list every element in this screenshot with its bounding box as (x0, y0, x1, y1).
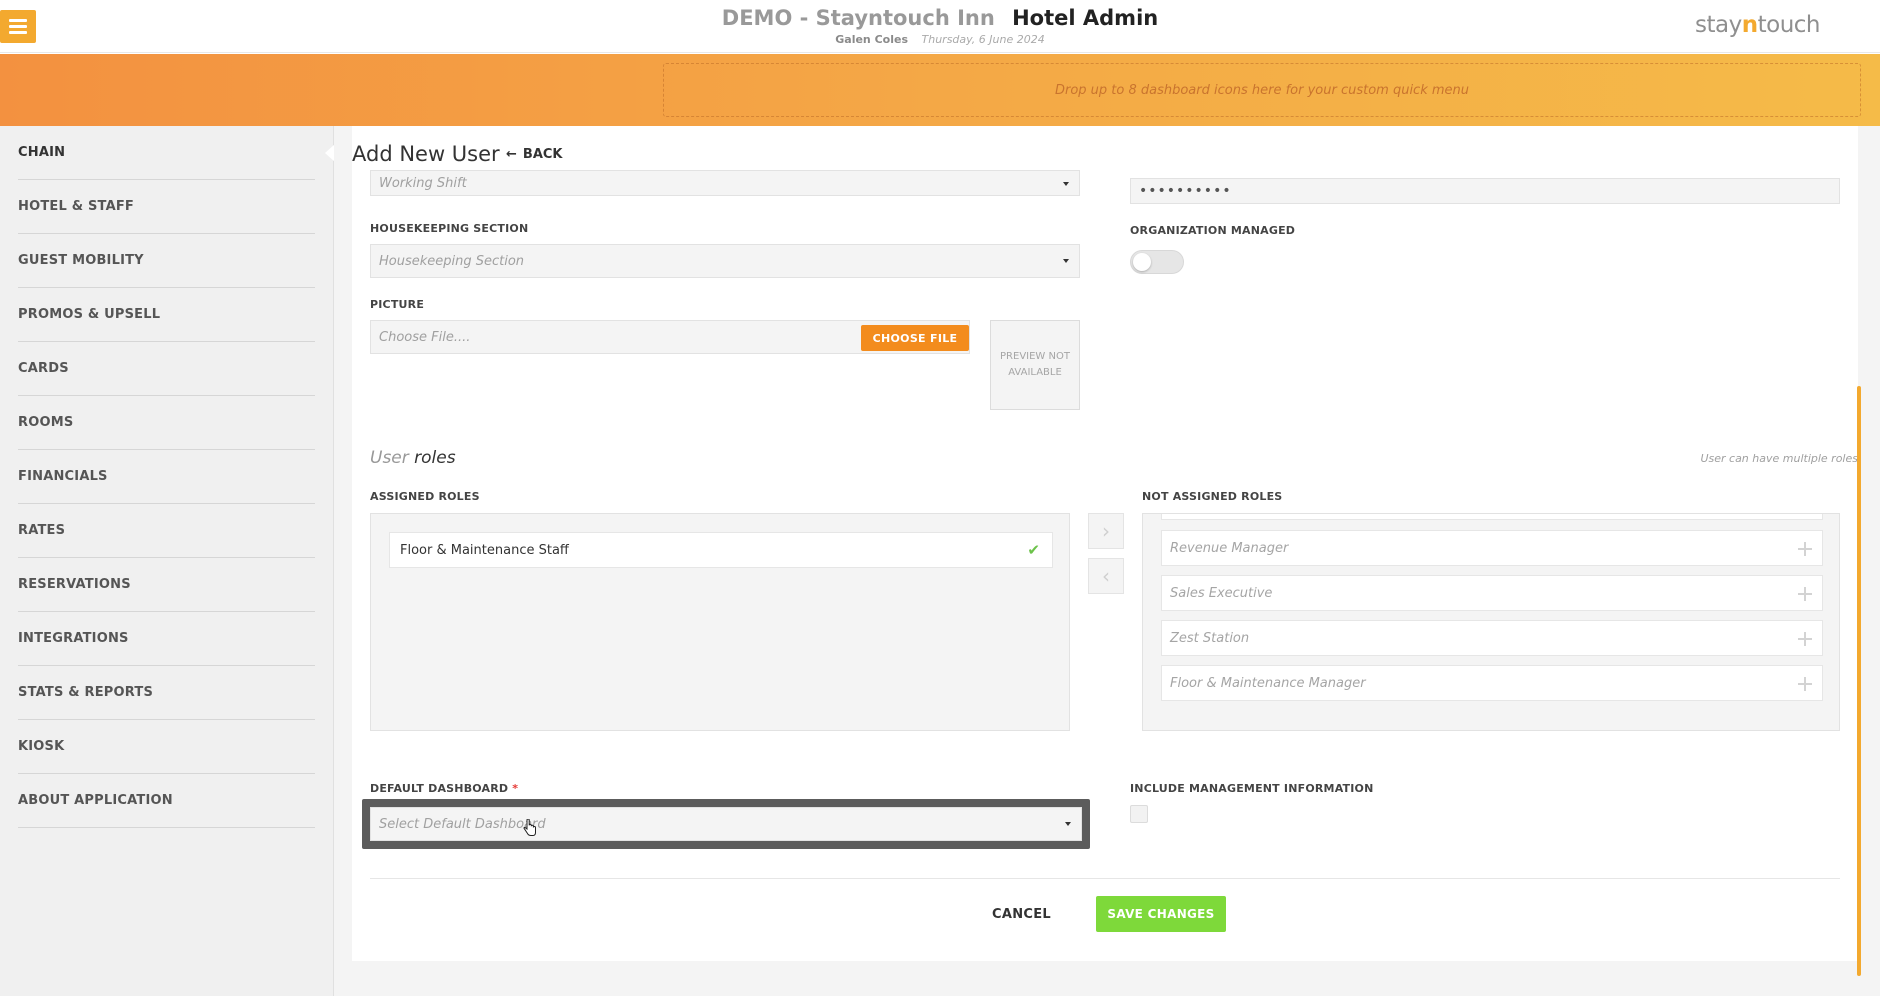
chevron-left-icon: ‹ (1102, 564, 1110, 588)
top-header: DEMO - Stayntouch Inn Hotel Admin Galen … (0, 0, 1880, 53)
sidebar-item-rates[interactable]: RATES (18, 504, 315, 558)
quick-menu-band: Drop up to 8 dashboard icons here for yo… (0, 54, 1880, 126)
choose-file-button[interactable]: CHOOSE FILE (861, 325, 969, 351)
app-name: Hotel Admin (1012, 6, 1159, 30)
not-assigned-roles-list[interactable]: Revenue Manager Sales Executive Zest Sta… (1142, 513, 1840, 731)
sidebar-item-stats-reports[interactable]: STATS & REPORTS (18, 666, 315, 720)
role-label: Floor & Maintenance Manager (1170, 675, 1366, 691)
hotel-name: DEMO - Stayntouch Inn (721, 6, 995, 30)
page-scrollbar[interactable] (1857, 386, 1861, 976)
current-date: Thursday, 6 June 2024 (921, 33, 1045, 46)
toggle-knob (1133, 253, 1151, 271)
drag-handle-icon[interactable] (1798, 542, 1812, 556)
sidebar-item-financials[interactable]: FINANCIALS (18, 450, 315, 504)
main-content: Add New User ← BACK Working Shift HOUSEK… (334, 126, 1880, 996)
back-arrow-icon: ← (506, 147, 517, 162)
housekeeping-placeholder: Housekeeping Section (379, 253, 525, 269)
chevron-down-icon (1063, 182, 1069, 186)
file-placeholder: Choose File.... (379, 329, 471, 345)
sidebar-item-cards[interactable]: CARDS (18, 342, 315, 396)
role-item-partial[interactable] (1161, 514, 1823, 520)
picture-preview: PREVIEW NOT AVAILABLE (990, 320, 1080, 410)
user-name: Galen Coles (835, 33, 909, 46)
working-shift-select[interactable]: Working Shift (370, 170, 1080, 196)
default-dashboard-label-text: DEFAULT DASHBOARD (370, 782, 509, 795)
logo-part-touch: touch (1757, 12, 1821, 38)
housekeeping-label: HOUSEKEEPING SECTION (370, 222, 529, 235)
org-managed-toggle[interactable] (1130, 250, 1184, 274)
required-mark: * (512, 782, 519, 795)
user-roles-heading: User roles (370, 448, 456, 468)
drag-handle-icon[interactable] (1798, 587, 1812, 601)
assigned-roles-label: ASSIGNED ROLES (370, 490, 480, 503)
sidebar-item-promos-upsell[interactable]: PROMOS & UPSELL (18, 288, 315, 342)
chevron-right-icon: › (1102, 519, 1110, 543)
assigned-roles-list[interactable]: Floor & Maintenance Staff ✔ (370, 513, 1070, 731)
role-item-floor-maintenance-manager[interactable]: Floor & Maintenance Manager (1161, 665, 1823, 701)
role-label: Zest Station (1170, 630, 1250, 646)
role-item-sales-executive[interactable]: Sales Executive (1161, 575, 1823, 611)
sidebar-item-reservations[interactable]: RESERVATIONS (18, 558, 315, 612)
include-mgmt-label: INCLUDE MANAGEMENT INFORMATION (1130, 782, 1374, 795)
sidebar-item-chain[interactable]: CHAIN (18, 126, 315, 180)
not-assigned-roles-label: NOT ASSIGNED ROLES (1142, 490, 1283, 503)
logo-part-n: n (1741, 12, 1758, 38)
sidebar-item-about-application[interactable]: ABOUT APPLICATION (18, 774, 315, 828)
hamburger-menu-icon[interactable] (0, 10, 36, 43)
cancel-button[interactable]: CANCEL (992, 896, 1051, 932)
assigned-role-label: Floor & Maintenance Staff (400, 542, 569, 558)
drag-handle-icon[interactable] (1798, 677, 1812, 691)
user-form-panel: Add New User ← BACK Working Shift HOUSEK… (352, 126, 1858, 961)
move-left-button[interactable]: ‹ (1088, 558, 1124, 594)
chevron-down-icon (1063, 259, 1069, 263)
default-dashboard-focus-ring: Select Default Dashboard (362, 799, 1090, 849)
role-label: Revenue Manager (1170, 540, 1289, 556)
form-divider (370, 878, 1840, 879)
sidebar-item-rooms[interactable]: ROOMS (18, 396, 315, 450)
back-button[interactable]: ← BACK (506, 147, 563, 162)
include-mgmt-checkbox[interactable] (1130, 805, 1148, 823)
housekeeping-select[interactable]: Housekeeping Section (370, 244, 1080, 278)
picture-label: PICTURE (370, 298, 425, 311)
password-field[interactable]: •••••••••• (1130, 178, 1840, 204)
page-title: Add New User (352, 142, 500, 166)
assigned-role-item[interactable]: Floor & Maintenance Staff ✔ (389, 532, 1053, 568)
back-label: BACK (522, 147, 563, 162)
sidebar: CHAIN HOTEL & STAFF GUEST MOBILITY PROMO… (0, 126, 334, 996)
roles-heading-a: User (370, 448, 409, 468)
sidebar-item-guest-mobility[interactable]: GUEST MOBILITY (18, 234, 315, 288)
stayntouch-logo: stayntouch (1695, 12, 1820, 38)
move-right-button[interactable]: › (1088, 513, 1124, 549)
chevron-down-icon (1065, 822, 1071, 826)
sidebar-item-kiosk[interactable]: KIOSK (18, 720, 315, 774)
default-dashboard-placeholder: Select Default Dashboard (379, 816, 546, 832)
role-item-zest-station[interactable]: Zest Station (1161, 620, 1823, 656)
org-managed-label: ORGANIZATION MANAGED (1130, 224, 1296, 237)
working-shift-placeholder: Working Shift (379, 175, 467, 191)
roles-heading-b: roles (414, 448, 456, 468)
role-label: Sales Executive (1170, 585, 1273, 601)
default-dashboard-select[interactable]: Select Default Dashboard (370, 807, 1082, 841)
hand-cursor-icon (523, 819, 536, 836)
roles-hint: User can have multiple roles (1700, 452, 1858, 465)
save-changes-button[interactable]: SAVE CHANGES (1096, 896, 1226, 932)
checkmark-icon: ✔ (1027, 541, 1040, 559)
role-item-revenue-manager[interactable]: Revenue Manager (1161, 530, 1823, 566)
quick-menu-dropzone[interactable]: Drop up to 8 dashboard icons here for yo… (663, 63, 1861, 117)
logo-part-stay: stay (1695, 12, 1742, 38)
sidebar-item-hotel-staff[interactable]: HOTEL & STAFF (18, 180, 315, 234)
title-block: DEMO - Stayntouch Inn Hotel Admin Galen … (0, 6, 1880, 46)
default-dashboard-label: DEFAULT DASHBOARD * (370, 782, 518, 795)
sidebar-item-integrations[interactable]: INTEGRATIONS (18, 612, 315, 666)
drag-handle-icon[interactable] (1798, 632, 1812, 646)
picture-file-input[interactable]: Choose File.... CHOOSE FILE (370, 320, 970, 354)
